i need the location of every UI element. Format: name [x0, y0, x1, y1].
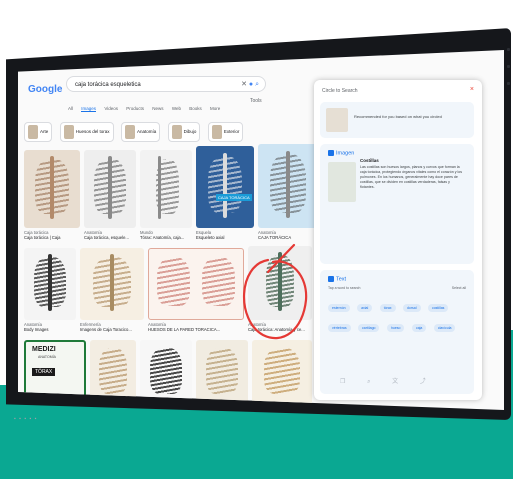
result-caption[interactable]: Anatomía HUESOS DE LA PARED TORACICA... — [148, 322, 220, 332]
search-query: caja torácica esqueletica — [75, 82, 141, 88]
result-caption[interactable]: Esquela Esqueleto axial — [196, 230, 224, 240]
search-side-panel: Circle to Search × Recommended for you b… — [314, 80, 482, 400]
result-image-selected[interactable] — [248, 246, 312, 320]
tab-products[interactable]: Products — [126, 106, 144, 111]
result-caption[interactable]: Anatomía Caja torácica, esquele... — [84, 230, 129, 240]
result-caption[interactable]: Mundo Tórax: Anatomía, caja... — [140, 230, 184, 240]
text-card-hint: Tap a word to search — [328, 286, 361, 290]
chip[interactable]: Arte — [24, 122, 53, 142]
search-input[interactable]: caja torácica esqueletica ✕ ● ⌕ — [66, 76, 266, 92]
result-caption[interactable]: Anatomía Caja torácica: Anatomía y ce... — [248, 322, 305, 332]
medizi-subtitle: ANATOMÍA — [38, 355, 56, 359]
result-caption[interactable]: Caja torácica Caja torácica | Caja — [24, 230, 60, 240]
image-banner: CAJA TORÁCICA — [216, 194, 252, 201]
tab-web[interactable]: Web — [172, 106, 181, 111]
result-image[interactable]: CAJA TORÁCICA — [196, 146, 254, 228]
tab-news[interactable]: News — [152, 106, 163, 111]
image-card-body: Costillas Las costillas son huesos largo… — [360, 158, 463, 189]
preview-text: Recommended for you based on what you ci… — [354, 114, 442, 119]
result-image[interactable] — [24, 150, 80, 228]
filter-chips: Arte Huesos del torax Anatomía Dibujo Ex… — [24, 122, 324, 144]
tab-images[interactable]: Images — [81, 106, 97, 112]
tools-button[interactable]: Tools — [250, 98, 262, 104]
word-tag[interactable]: cartílago — [358, 324, 380, 332]
text-card: Text Tap a word to search Select all est… — [320, 270, 474, 394]
word-tag[interactable]: tórax — [379, 304, 396, 312]
result-image[interactable] — [252, 340, 312, 406]
word-tag[interactable]: caja — [411, 324, 427, 332]
chip[interactable]: Dibujo — [167, 122, 201, 142]
google-logo[interactable]: Google — [28, 84, 62, 95]
mic-icon[interactable]: ● — [249, 81, 253, 88]
word-tag[interactable]: dorsal — [402, 304, 421, 312]
chip[interactable]: Huesos del torax — [59, 122, 114, 142]
result-image[interactable] — [148, 248, 244, 320]
search-icon[interactable]: ⌕ — [255, 81, 259, 88]
text-icon — [328, 276, 334, 282]
search-icon[interactable]: ⌕ — [367, 379, 370, 385]
result-caption[interactable]: Anatomía Body Images — [24, 322, 48, 332]
card-image — [328, 162, 356, 202]
panel-header: Circle to Search — [322, 88, 358, 94]
side-buttons — [507, 48, 511, 108]
torax-label: TÓRAX — [32, 368, 56, 376]
result-caption[interactable]: Enfermería Imagens de Caja Toracico... — [80, 322, 132, 332]
tab-more[interactable]: More — [210, 106, 220, 111]
text-actions: ❐ ⌕ 文 ⤴ — [340, 376, 470, 386]
result-image[interactable] — [140, 340, 192, 406]
word-tag[interactable]: esternón — [328, 304, 350, 312]
chip[interactable]: Exterior — [207, 122, 244, 142]
result-image[interactable] — [24, 248, 76, 320]
image-icon — [328, 150, 334, 156]
word-tag[interactable]: axial — [357, 304, 373, 312]
select-all-button[interactable]: Select all — [452, 286, 466, 290]
screen: Google caja torácica esqueletica ✕ ● ⌕ T… — [18, 50, 504, 410]
copy-icon[interactable]: ❐ — [340, 379, 345, 385]
result-image[interactable] — [84, 150, 136, 228]
tab-videos[interactable]: Videos — [104, 106, 118, 111]
selected-thumbnail — [326, 108, 348, 132]
result-image[interactable] — [196, 340, 248, 406]
word-tag[interactable]: clavícula — [433, 324, 456, 332]
image-card-title: Imagen — [328, 150, 354, 156]
clear-icon[interactable]: ✕ — [241, 81, 247, 88]
medizi-logo: MEDIZI — [32, 346, 56, 353]
word-tag[interactable]: hueso — [386, 324, 405, 332]
word-tag[interactable]: costillas — [427, 304, 449, 312]
front-ports: ▪ ▪ ▪ ▪ ▪ — [14, 416, 38, 422]
result-image[interactable] — [80, 248, 144, 320]
share-icon[interactable]: ⤴ — [420, 379, 426, 385]
translate-icon[interactable]: 文 — [392, 379, 398, 385]
tab-books[interactable]: Books — [189, 106, 202, 111]
result-image[interactable] — [140, 150, 192, 228]
text-card-title: Text — [328, 276, 346, 282]
interactive-display: Google caja torácica esqueletica ✕ ● ⌕ T… — [0, 0, 513, 479]
chip[interactable]: Anatomía — [120, 122, 161, 142]
tab-all[interactable]: All — [68, 106, 73, 111]
preview-card[interactable]: Recommended for you based on what you ci… — [320, 102, 474, 138]
search-icons: ✕ ● ⌕ — [241, 77, 259, 93]
word-tags: esternón axial tórax dorsal costillas vé… — [328, 296, 468, 336]
image-card[interactable]: Imagen Costillas Las costillas son hueso… — [320, 144, 474, 264]
search-tabs: All Images Videos Products News Web Book… — [68, 106, 288, 116]
close-icon[interactable]: × — [470, 86, 474, 93]
image-results-grid: Caja torácica Caja torácica | Caja Anatom… — [24, 144, 324, 410]
word-tag[interactable]: vértebras — [328, 324, 351, 332]
result-caption[interactable]: Anatomía CAJA TORÁCICA — [258, 230, 291, 240]
result-image[interactable] — [258, 144, 318, 228]
